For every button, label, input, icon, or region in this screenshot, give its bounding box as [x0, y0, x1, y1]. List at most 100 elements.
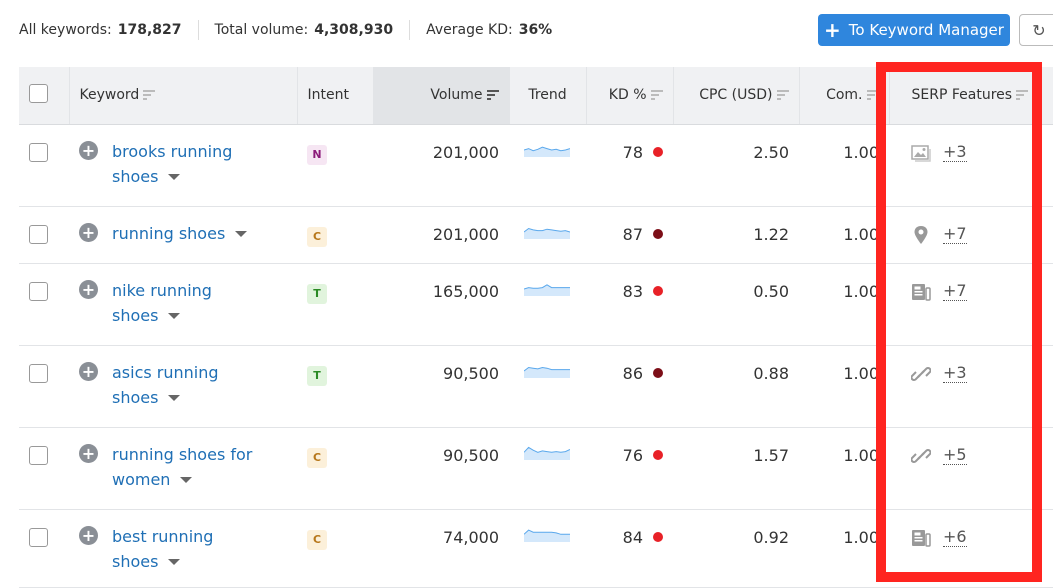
sort-icon[interactable] [1016, 90, 1029, 101]
intent-badge: C [307, 226, 327, 247]
chevron-down-icon[interactable] [168, 313, 181, 319]
link-icon[interactable] [910, 364, 932, 384]
sort-icon[interactable] [650, 90, 663, 101]
intent-badge: C [307, 529, 327, 550]
serp-features-cell: +3 [889, 345, 1053, 428]
trend-cell [509, 427, 586, 510]
serp-features-cell: +7 [889, 206, 1053, 264]
table-header: Keyword Intent Volume Trend KD % CPC (US… [19, 67, 1053, 125]
table-row: + nike running shoes T 165,000 83 0.50 1.0… [19, 263, 1053, 346]
keyword-link[interactable]: asics running shoes [112, 360, 219, 410]
row-select-cell [19, 206, 69, 264]
intent-cell: C [297, 427, 373, 510]
plus-icon: + [824, 18, 841, 42]
keyword-link[interactable]: nike running shoes [112, 278, 212, 328]
kd-difficulty-dot [653, 285, 663, 296]
row-checkbox[interactable] [29, 224, 48, 244]
keyword-link[interactable]: brooks running shoes [112, 139, 232, 189]
intent-cell: C [297, 509, 373, 588]
competition-cell: 1.00 [799, 427, 889, 510]
link-icon[interactable] [910, 446, 932, 466]
sort-icon[interactable] [143, 90, 156, 101]
serp-more-link[interactable]: +3 [943, 143, 967, 162]
select-all-checkbox[interactable] [29, 83, 48, 103]
sort-icon[interactable] [776, 90, 789, 101]
keyword-link[interactable]: running shoes [112, 221, 248, 246]
competition-cell: 1.00 [799, 263, 889, 346]
add-keyword-icon[interactable]: + [79, 222, 98, 242]
table-row: + running shoes for women C 90,500 76 1.57… [19, 427, 1053, 510]
volume-cell: 201,000 [373, 124, 509, 207]
stat-average-kd: Average KD: 36% [426, 22, 553, 38]
serp-more-link[interactable]: +7 [943, 225, 967, 244]
add-keyword-icon[interactable]: + [79, 140, 98, 160]
serp-more-link[interactable]: +7 [943, 282, 967, 301]
serp-more-link[interactable]: +6 [943, 528, 967, 547]
row-select-cell [19, 509, 69, 588]
select-all-header [19, 67, 70, 125]
trend-sparkline [524, 529, 570, 542]
col-cpc[interactable]: CPC (USD) [673, 67, 800, 125]
intent-cell: C [297, 206, 373, 264]
kd-cell: 87 [586, 206, 673, 264]
to-keyword-manager-button[interactable]: + To Keyword Manager [818, 14, 1010, 46]
cpc-cell: 1.22 [673, 206, 799, 264]
location-pin-icon[interactable] [911, 225, 931, 245]
chevron-down-icon[interactable] [168, 559, 181, 565]
image-icon[interactable] [911, 143, 931, 163]
intent-cell: T [297, 263, 373, 346]
competition-cell: 1.00 [799, 206, 889, 264]
row-checkbox[interactable] [29, 527, 48, 547]
row-select-cell [19, 427, 69, 510]
keyword-cell: + running shoes [69, 206, 297, 264]
kd-difficulty-dot [653, 367, 663, 378]
trend-sparkline [524, 446, 570, 460]
add-keyword-icon[interactable]: + [79, 279, 98, 299]
trend-cell [509, 509, 586, 588]
refresh-button[interactable]: ↻ [1019, 14, 1053, 46]
keywords-table: Keyword Intent Volume Trend KD % CPC (US… [19, 67, 1053, 588]
competition-cell: 1.00 [799, 509, 889, 588]
kd-cell: 84 [586, 509, 673, 588]
sort-icon[interactable] [866, 90, 879, 101]
col-serp-features[interactable]: SERP Features [889, 67, 1053, 125]
add-keyword-icon[interactable]: + [79, 525, 98, 545]
col-competition[interactable]: Com. [799, 67, 890, 125]
volume-cell: 201,000 [373, 206, 509, 264]
chevron-down-icon[interactable] [168, 395, 181, 401]
trend-sparkline [524, 227, 570, 239]
col-trend: Trend [509, 67, 587, 125]
row-checkbox[interactable] [29, 281, 48, 301]
table-row: + brooks running shoes N 201,000 78 2.50 1… [19, 124, 1053, 207]
col-kd[interactable]: KD % [586, 67, 674, 125]
chevron-down-icon[interactable] [235, 231, 248, 237]
keyword-link[interactable]: running shoes for women [112, 442, 252, 492]
intent-cell: T [297, 345, 373, 428]
keyword-cell: + nike running shoes [69, 263, 297, 346]
add-keyword-icon[interactable]: + [79, 443, 98, 463]
intent-badge: N [307, 144, 327, 165]
row-checkbox[interactable] [29, 445, 48, 465]
add-keyword-icon[interactable]: + [79, 361, 98, 381]
serp-features-cell: +5 [889, 427, 1053, 510]
trend-sparkline [524, 283, 570, 296]
intent-badge: C [307, 447, 327, 468]
serp-features-cell: +6 [889, 509, 1053, 588]
col-keyword[interactable]: Keyword [69, 67, 298, 125]
row-checkbox[interactable] [29, 363, 48, 383]
col-volume[interactable]: Volume [373, 67, 510, 125]
intent-badge: T [307, 365, 327, 386]
chevron-down-icon[interactable] [180, 477, 193, 483]
row-checkbox[interactable] [29, 142, 48, 162]
serp-more-link[interactable]: +5 [943, 446, 967, 465]
kd-difficulty-dot [653, 228, 663, 239]
sort-icon[interactable] [486, 90, 499, 101]
keyword-cell: + running shoes for women [69, 427, 297, 510]
chevron-down-icon[interactable] [168, 174, 181, 180]
cpc-cell: 0.92 [673, 509, 799, 588]
keyword-link[interactable]: best running shoes [112, 524, 213, 574]
news-icon[interactable] [911, 528, 931, 548]
news-icon[interactable] [911, 282, 931, 302]
serp-more-link[interactable]: +3 [943, 364, 967, 383]
kd-difficulty-dot [653, 531, 663, 542]
